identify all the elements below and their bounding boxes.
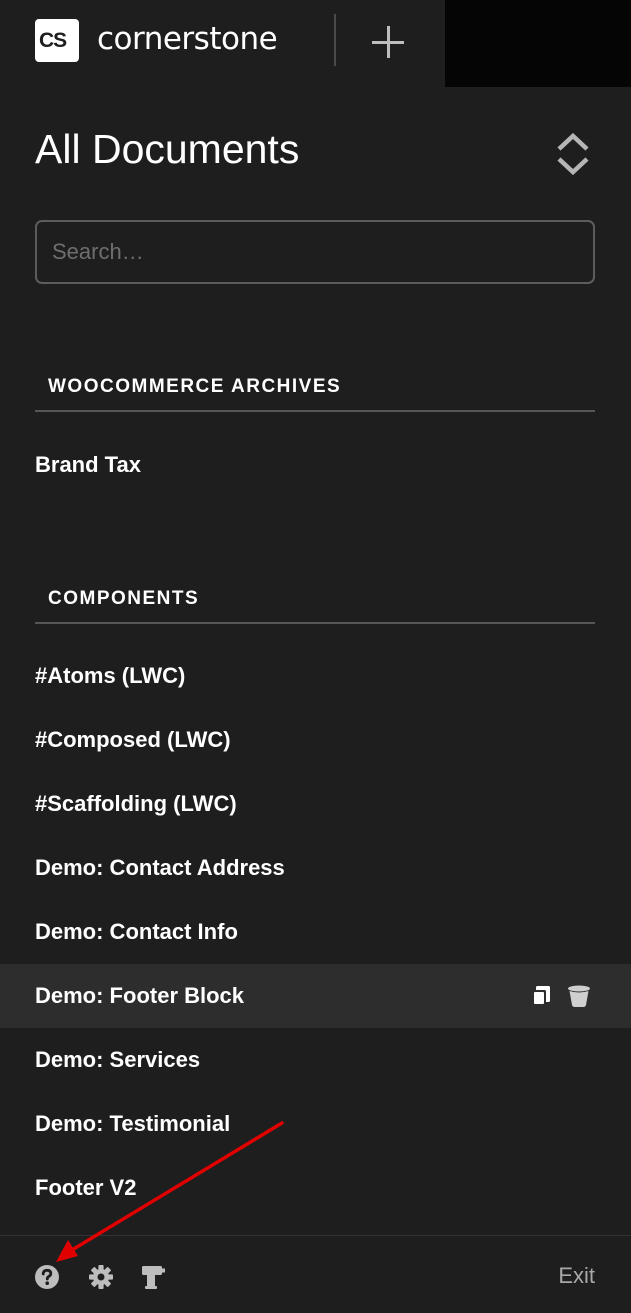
top-bar: CS cornerstone — [0, 0, 631, 87]
exit-button[interactable]: Exit — [558, 1263, 595, 1289]
section-header-components: COMPONENTS — [35, 588, 595, 624]
page-title: All Documents — [35, 126, 300, 172]
document-label: #Atoms (LWC) — [35, 663, 186, 688]
document-item[interactable]: Demo: Contact Info — [0, 900, 631, 964]
app-name: cornerstone — [97, 21, 278, 57]
logo-text: CS — [39, 29, 67, 52]
document-label: Demo: Contact Address — [35, 855, 285, 880]
section-title: WOOCOMMERCE ARCHIVES — [48, 376, 342, 397]
topbar-divider — [334, 14, 336, 66]
document-item[interactable]: Footer V2 — [0, 1156, 631, 1220]
question-circle-icon[interactable] — [34, 1264, 60, 1290]
search-box — [35, 220, 595, 284]
chevron-up-down-icon[interactable] — [553, 130, 593, 178]
document-label: Footer V2 — [35, 1175, 137, 1200]
document-label: Brand Tax — [35, 452, 141, 477]
document-label: Demo: Footer Block — [35, 983, 245, 1008]
cornerstone-logo-badge: CS — [35, 19, 79, 62]
document-item-hovered[interactable]: Demo: Footer Block — [0, 964, 631, 1028]
document-item-brand-tax[interactable]: Brand Tax — [0, 433, 631, 497]
document-label: Demo: Services — [35, 1047, 201, 1072]
footer-bar: Exit — [0, 1235, 631, 1313]
trash-icon[interactable] — [567, 984, 591, 1008]
topbar-dark-region — [445, 0, 631, 87]
document-item[interactable]: Demo: Contact Address — [0, 836, 631, 900]
document-item[interactable]: #Atoms (LWC) — [0, 644, 631, 708]
document-label: Demo: Testimonial — [35, 1111, 231, 1136]
document-label: Demo: Contact Info — [35, 919, 238, 944]
copy-icon[interactable] — [529, 984, 553, 1008]
document-item[interactable]: #Composed (LWC) — [0, 708, 631, 772]
document-item[interactable]: #Scaffolding (LWC) — [0, 772, 631, 836]
gear-icon[interactable] — [88, 1264, 114, 1290]
drill-icon[interactable] — [140, 1264, 166, 1290]
plus-icon[interactable] — [370, 24, 406, 60]
document-item[interactable]: Demo: Services — [0, 1028, 631, 1092]
section-header-woocommerce-archives: WOOCOMMERCE ARCHIVES — [35, 376, 595, 412]
item-actions — [529, 984, 591, 1008]
document-label: #Composed (LWC) — [35, 727, 231, 752]
search-input[interactable] — [37, 222, 593, 282]
document-item[interactable]: Demo: Testimonial — [0, 1092, 631, 1156]
document-label: #Scaffolding (LWC) — [35, 791, 237, 816]
section-title: COMPONENTS — [48, 588, 200, 609]
